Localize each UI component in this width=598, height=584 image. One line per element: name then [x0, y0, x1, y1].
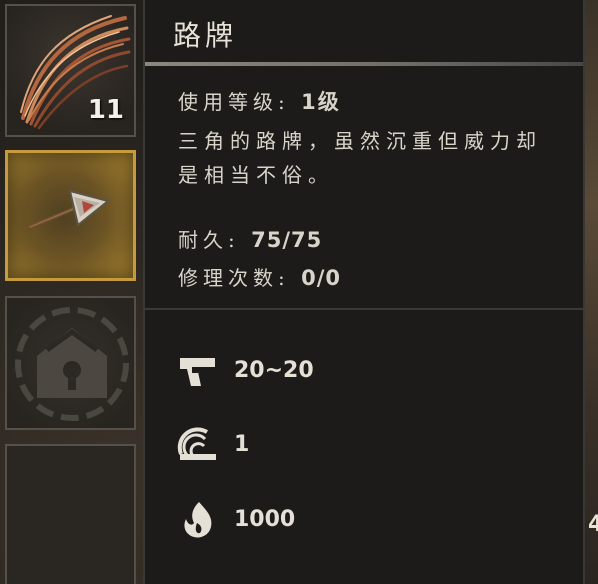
repair-count-label: 修理次数:: [178, 266, 290, 290]
game-screen: 4 11 路牌 使用等级: 1级 三角的路牌，虽然沉重但威力却是相当不俗。 耐久…: [0, 0, 598, 584]
inventory-slot-locked[interactable]: [5, 296, 136, 430]
item-count: 11: [87, 95, 124, 125]
pistol-icon: [180, 358, 215, 386]
item-description: 三角的路牌，虽然沉重但威力却是相当不俗。: [178, 129, 542, 187]
repair-count-row: 修理次数: 0/0: [178, 262, 341, 291]
use-level-value: 1级: [301, 90, 341, 114]
flame-value: 1000: [234, 507, 296, 532]
durability-row: 耐久: 75/75: [178, 224, 322, 253]
swing-value: 1: [234, 432, 250, 457]
use-level-row: 使用等级: 1级: [178, 86, 341, 116]
inventory-slot-feathers[interactable]: 11: [5, 4, 136, 137]
use-level-label: 使用等级:: [178, 90, 290, 114]
title-divider: [145, 62, 583, 66]
road-sign-spear-icon: [28, 189, 111, 229]
background-edge-glyph: 4: [588, 512, 598, 537]
damage-value: 20~20: [234, 358, 314, 383]
durability-value: 75/75: [251, 228, 323, 252]
inventory-slot-road-sign-selected[interactable]: [5, 150, 136, 281]
flame-icon: [184, 502, 212, 538]
item-tooltip: 路牌 使用等级: 1级 三角的路牌，虽然沉重但威力却是相当不俗。 耐久: 75/…: [143, 0, 585, 584]
locked-slot-icon: [15, 307, 129, 421]
durability-label: 耐久:: [178, 228, 240, 252]
inventory-slot-empty[interactable]: [5, 444, 136, 584]
stats-divider: [145, 308, 583, 310]
repair-count-value: 0/0: [301, 266, 342, 290]
item-name: 路牌: [173, 19, 238, 52]
swing-icon: [177, 427, 216, 460]
